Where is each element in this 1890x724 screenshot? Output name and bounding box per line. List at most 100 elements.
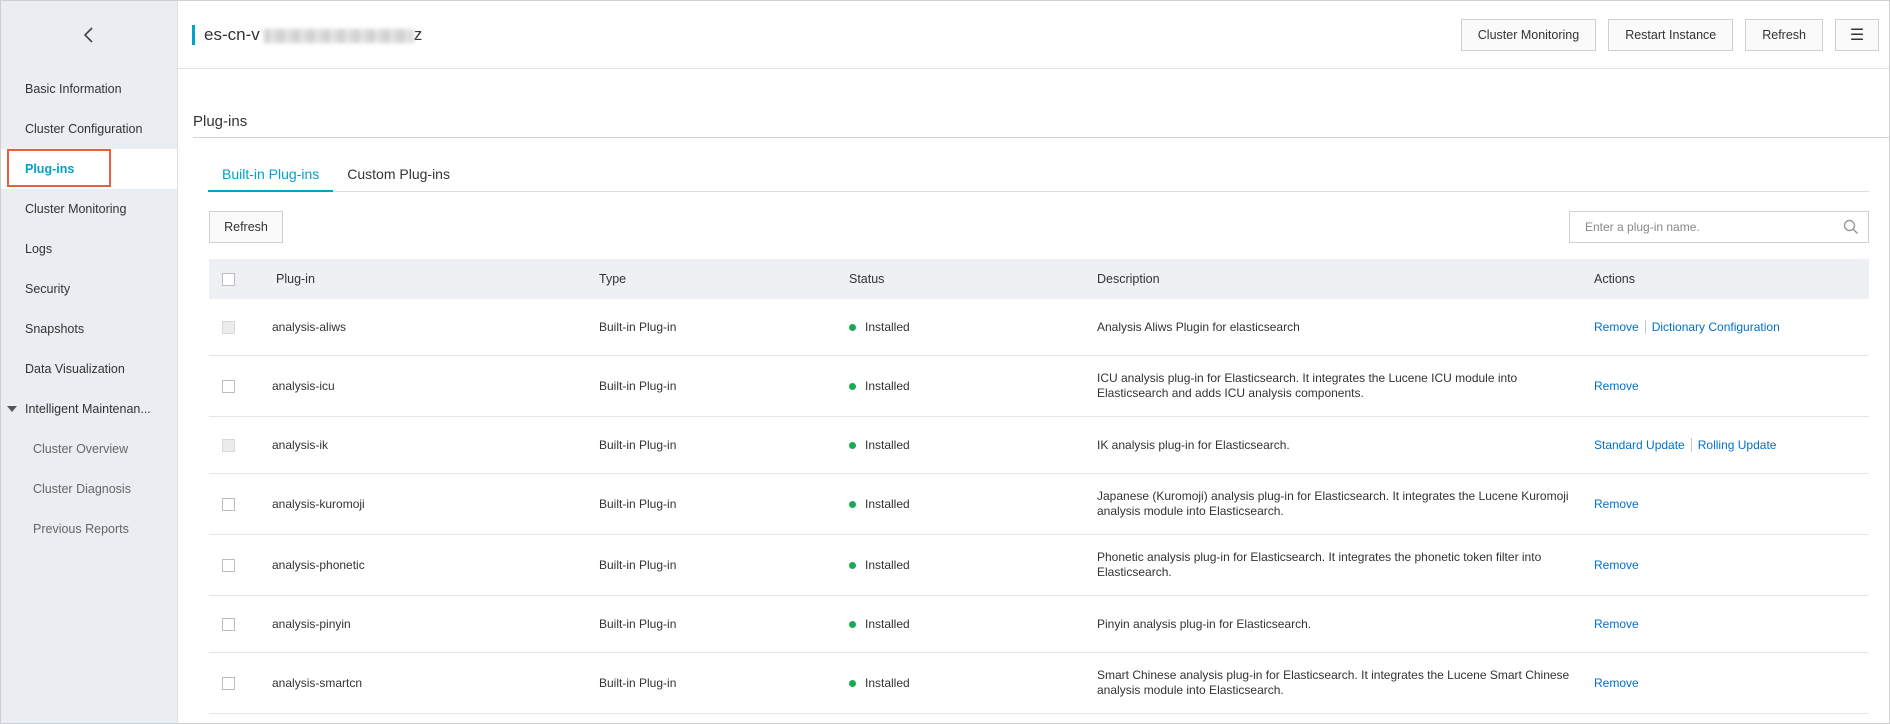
sidebar-item-data-visualization[interactable]: Data Visualization [1, 349, 177, 389]
row-checkbox [222, 320, 235, 334]
row-checkbox [222, 438, 235, 452]
standard-update-link[interactable]: Standard Update [1594, 438, 1685, 452]
select-all-checkbox[interactable] [222, 272, 235, 286]
plugin-description: Smart Chinese analysis plug-in for Elast… [1097, 668, 1570, 697]
remove-link[interactable]: Remove [1594, 558, 1639, 572]
search-icon[interactable] [1834, 212, 1868, 242]
status-dot-icon [849, 561, 856, 569]
table-refresh-button[interactable]: Refresh [209, 211, 283, 243]
tab-built-in-plug-ins[interactable]: Built-in Plug-ins [208, 161, 334, 192]
back-button[interactable] [1, 1, 177, 68]
status-text: Installed [865, 320, 910, 334]
plugin-name: analysis-smartcn [272, 676, 363, 690]
column-header-actions: Actions [1594, 272, 1635, 286]
section-title: Plug-ins [193, 113, 248, 130]
status-dot-icon [849, 441, 856, 449]
main-content: Plug-ins Built-in Plug-ins Custom Plug-i… [178, 69, 1889, 723]
remove-link[interactable]: Remove [1594, 617, 1639, 631]
dictionary-configuration-link[interactable]: Dictionary Configuration [1652, 320, 1780, 334]
status-dot-icon [849, 620, 856, 628]
plugin-name: analysis-kuromoji [272, 497, 365, 511]
instance-id-prefix: es-cn-v [204, 25, 260, 44]
remove-link[interactable]: Remove [1594, 676, 1639, 690]
sidebar: Basic Information Cluster Configuration … [1, 1, 178, 723]
plugin-description: Phonetic analysis plug-in for Elasticsea… [1097, 550, 1542, 579]
status-text: Installed [865, 438, 910, 452]
sidebar-item-logs[interactable]: Logs [1, 229, 177, 269]
table-row: analysis-phonetic Built-in Plug-in Insta… [209, 535, 1869, 596]
sidebar-nav: Basic Information Cluster Configuration … [1, 69, 177, 549]
table-row: analysis-smartcn Built-in Plug-in Instal… [209, 653, 1869, 714]
plugin-description: Japanese (Kuromoji) analysis plug-in for… [1097, 489, 1569, 518]
plugin-type: Built-in Plug-in [599, 558, 677, 572]
sidebar-item-cluster-overview[interactable]: Cluster Overview [1, 429, 177, 469]
status-text: Installed [865, 497, 910, 511]
row-checkbox[interactable] [222, 497, 235, 511]
column-header-type: Type [599, 272, 627, 286]
remove-link[interactable]: Remove [1594, 320, 1639, 334]
remove-link[interactable]: Remove [1594, 379, 1639, 393]
plugin-type: Built-in Plug-in [599, 497, 677, 511]
sidebar-group-intelligent-maintenance[interactable]: Intelligent Maintenan... [1, 389, 177, 429]
sidebar-item-previous-reports[interactable]: Previous Reports [1, 509, 177, 549]
table-row: analysis-ik Built-in Plug-in Installed I… [209, 417, 1869, 474]
status-text: Installed [865, 676, 910, 690]
restart-instance-button[interactable]: Restart Instance [1608, 19, 1734, 51]
rolling-update-link[interactable]: Rolling Update [1698, 438, 1777, 452]
sidebar-item-basic-information[interactable]: Basic Information [1, 69, 177, 109]
column-header-plug-in: Plug-in [276, 272, 315, 286]
plugin-description: Pinyin analysis plug-in for Elasticsearc… [1097, 616, 1312, 631]
plugin-description: IK analysis plug-in for Elasticsearch. [1097, 437, 1290, 452]
cluster-monitoring-button[interactable]: Cluster Monitoring [1460, 19, 1597, 51]
row-checkbox[interactable] [222, 558, 235, 572]
table-row: analysis-icu Built-in Plug-in Installed … [209, 356, 1869, 417]
tab-custom-plug-ins[interactable]: Custom Plug-ins [333, 161, 464, 190]
plugin-name: analysis-phonetic [272, 558, 365, 572]
console-window: Basic Information Cluster Configuration … [0, 0, 1890, 724]
row-checkbox[interactable] [222, 379, 235, 393]
plugin-description: Analysis Aliws Plugin for elasticsearch [1097, 319, 1300, 334]
highlight-box [7, 149, 111, 187]
plugin-type: Built-in Plug-in [599, 676, 677, 690]
section-divider [193, 137, 1889, 138]
sidebar-item-plug-ins[interactable]: Plug-ins [1, 149, 177, 189]
status-dot-icon [849, 500, 856, 508]
redacted-text [263, 28, 414, 43]
table-row: analysis-pinyin Built-in Plug-in Install… [209, 596, 1869, 653]
search-input[interactable] [1570, 212, 1834, 242]
chevron-left-icon [83, 26, 93, 43]
plugin-name: analysis-pinyin [272, 617, 351, 631]
row-checkbox[interactable] [222, 676, 235, 690]
plugin-name: analysis-ik [272, 438, 329, 452]
menu-button[interactable]: ☰ [1835, 19, 1879, 51]
sidebar-item-cluster-diagnosis[interactable]: Cluster Diagnosis [1, 469, 177, 509]
header: es-cn-v z Cluster Monitoring Restart Inst… [178, 1, 1889, 69]
plugin-search [1569, 211, 1869, 243]
instance-id-suffix: z [413, 25, 423, 44]
sidebar-item-cluster-monitoring[interactable]: Cluster Monitoring [1, 189, 177, 229]
instance-id: es-cn-v z [204, 25, 422, 45]
table-row: analysis-kuromoji Built-in Plug-in Insta… [209, 474, 1869, 535]
plugin-name: analysis-aliws [272, 320, 347, 334]
plugin-description: ICU analysis plug-in for Elasticsearch. … [1097, 371, 1518, 400]
header-actions: Cluster Monitoring Restart Instance Refr… [1460, 19, 1879, 51]
column-header-status: Status [849, 272, 885, 286]
remove-link[interactable]: Remove [1594, 497, 1639, 511]
status-dot-icon [849, 679, 856, 687]
column-header-description: Description [1097, 271, 1160, 286]
sidebar-item-security[interactable]: Security [1, 269, 177, 309]
status-text: Installed [865, 617, 910, 631]
plugin-type: Built-in Plug-in [599, 320, 677, 334]
plugin-type: Built-in Plug-in [599, 379, 677, 393]
plugin-type: Built-in Plug-in [599, 617, 677, 631]
status-text: Installed [865, 379, 910, 393]
refresh-button[interactable]: Refresh [1745, 19, 1823, 51]
caret-down-icon [7, 406, 17, 412]
table-header: Plug-in Type Status Description Actions [209, 259, 1869, 299]
sidebar-item-cluster-configuration[interactable]: Cluster Configuration [1, 109, 177, 149]
status-text: Installed [865, 558, 910, 572]
sidebar-item-snapshots[interactable]: Snapshots [1, 309, 177, 349]
status-dot-icon [849, 382, 856, 390]
row-checkbox[interactable] [222, 617, 235, 631]
plugin-type: Built-in Plug-in [599, 438, 677, 452]
